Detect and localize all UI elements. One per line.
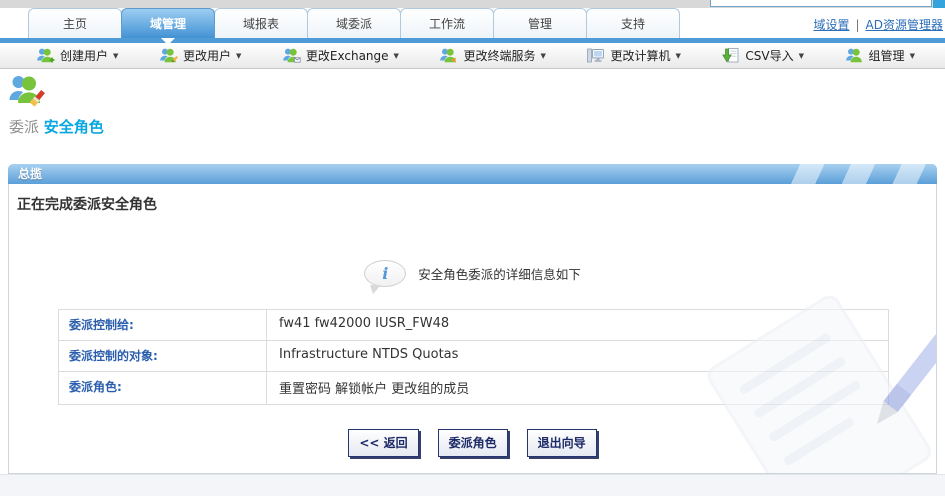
- panel-header-label: 总揽: [18, 167, 43, 181]
- chevron-down-icon: ▼: [909, 51, 915, 60]
- toolbar-item-label: 更改Exchange: [305, 49, 389, 63]
- wizard-heading: 正在完成委派安全角色: [17, 197, 157, 213]
- info-row: i 安全角色委派的详细信息如下: [9, 260, 936, 294]
- tab-home[interactable]: 主页: [28, 8, 122, 38]
- quick-link-separator: |: [855, 17, 860, 32]
- exit-wizard-button[interactable]: 退出向导: [526, 429, 597, 457]
- footer-strip: [0, 474, 945, 496]
- toolbar-item-label: 更改计算机: [610, 49, 671, 63]
- computer-icon: [586, 47, 605, 64]
- user-edit-icon: [159, 47, 178, 64]
- chevron-down-icon: ▼: [235, 51, 242, 60]
- panel-body: 正在完成委派安全角色 i 安全角色委派的详细信息如下 委派控制给: fw41 fw…: [8, 184, 937, 474]
- chevron-down-icon: ▼: [113, 51, 119, 60]
- info-message: 安全角色委派的详细信息如下: [418, 267, 581, 282]
- toolbar: 创建用户 ▼ 更改用户 ▼ 更改Exchange ▼ 更改终端服务 ▼ 更改计算机 ▼ CSV导入 ▼…: [0, 43, 945, 69]
- toolbar-item-modify-computer[interactable]: 更改计算机 ▼: [586, 47, 681, 64]
- chevron-down-icon: ▼: [393, 51, 399, 60]
- table-row: 委派控制给: fw41 fw42000 IUSR_FW48: [58, 309, 889, 341]
- toolbar-item-create-user[interactable]: 创建用户 ▼: [36, 47, 118, 64]
- wizard-buttons: << 返回 委派角色 退出向导: [9, 429, 936, 457]
- table-row: 委派角色: 重置密码 解锁帐户 更改组的成员: [58, 371, 889, 405]
- toolbar-item-label: CSV导入: [745, 49, 794, 63]
- search-input-partial[interactable]: [710, 0, 932, 7]
- tab-domain-management[interactable]: 域管理: [121, 8, 215, 45]
- toolbar-item-modify-user[interactable]: 更改用户 ▼: [159, 47, 241, 64]
- toolbar-item-label: 更改用户: [182, 49, 231, 63]
- link-ad-explorer[interactable]: AD资源管理器: [866, 16, 943, 33]
- summary-table: 委派控制给: fw41 fw42000 IUSR_FW48 委派控制的对象: Infr…: [58, 309, 889, 405]
- tab-support[interactable]: 支持: [586, 8, 680, 38]
- chevron-down-icon: ▼: [675, 51, 681, 60]
- csv-import-icon: [721, 47, 740, 64]
- toolbar-item-label: 创建用户: [60, 49, 109, 63]
- back-button[interactable]: << 返回: [348, 429, 419, 457]
- table-row-label: 委派控制给:: [59, 310, 267, 340]
- table-row: 委派控制的对象: Infrastructure NTDS Quotas: [58, 340, 889, 372]
- delegate-role-button[interactable]: 委派角色: [437, 429, 508, 457]
- app-window: 主页 域管理 域报表 域委派 工作流 管理 支持 域设置 | AD资源管理器 创建用户 ▼ 更改用户…: [0, 0, 945, 498]
- search-button-partial[interactable]: [933, 0, 945, 8]
- overview-panel: 总揽 正在完成委派安全角色 i 安全角色委派的详细信息如下 委派控制给: fw41…: [8, 164, 937, 474]
- top-strip: [0, 0, 945, 8]
- table-row-label: 委派角色:: [59, 372, 267, 404]
- info-icon: i: [364, 260, 407, 294]
- table-row-value: fw41 fw42000 IUSR_FW48: [279, 316, 450, 331]
- tab-domain-reports[interactable]: 域报表: [214, 8, 308, 38]
- toolbar-item-label: 更改终端服务: [463, 49, 536, 63]
- link-domain-settings[interactable]: 域设置: [813, 16, 849, 33]
- toolbar-item-label: 组管理: [868, 49, 905, 63]
- toolbar-item-group-management[interactable]: 组管理 ▼: [845, 47, 915, 64]
- page-title-text: 安全角色: [43, 118, 104, 136]
- page-title: 委派 安全角色: [9, 116, 945, 137]
- table-row-value: Infrastructure NTDS Quotas: [279, 347, 459, 362]
- tab-workflow[interactable]: 工作流: [400, 8, 494, 38]
- header-stripes-decoration: [787, 164, 937, 184]
- group-icon: [845, 47, 864, 64]
- breadcrumb-prefix: 委派: [9, 118, 40, 136]
- user-terminal-icon: [439, 47, 458, 64]
- user-mail-icon: [282, 47, 301, 64]
- toolbar-item-csv-import[interactable]: CSV导入 ▼: [721, 47, 804, 64]
- table-row-label: 委派控制的对象:: [59, 341, 267, 371]
- quick-links: 域设置 | AD资源管理器: [813, 16, 943, 33]
- chevron-down-icon: ▼: [540, 51, 546, 60]
- panel-header: 总揽: [8, 164, 937, 184]
- tab-admin[interactable]: 管理: [493, 8, 587, 38]
- toolbar-item-modify-exchange[interactable]: 更改Exchange ▼: [282, 47, 399, 64]
- tab-bar: 主页 域管理 域报表 域委派 工作流 管理 支持 域设置 | AD资源管理器: [0, 8, 945, 45]
- table-row-value: 重置密码 解锁帐户 更改组的成员: [279, 382, 470, 397]
- tab-domain-delegation[interactable]: 域委派: [307, 8, 401, 38]
- user-add-icon: [36, 47, 55, 64]
- chevron-down-icon: ▼: [798, 51, 804, 60]
- toolbar-item-modify-terminal-services[interactable]: 更改终端服务 ▼: [439, 47, 546, 64]
- delegate-security-role-icon: [8, 74, 45, 108]
